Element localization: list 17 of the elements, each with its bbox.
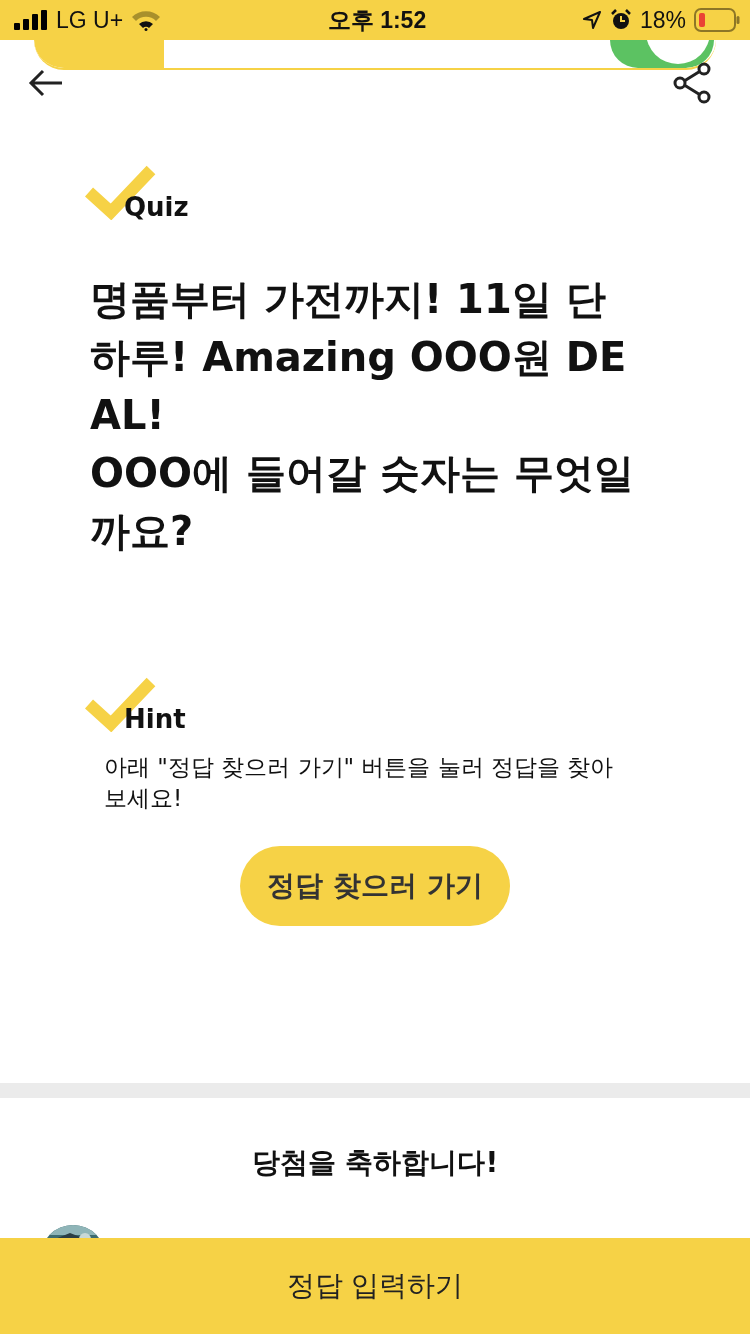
quiz-label: Quiz — [124, 192, 189, 222]
hint-label: Hint — [124, 704, 186, 734]
wifi-icon — [131, 9, 162, 31]
battery-icon — [694, 8, 740, 32]
signal-icon — [14, 10, 48, 30]
winners-title: 당첨을 축하합니다! — [250, 1145, 500, 1181]
find-answer-button[interactable]: 정답 찾으러 가기 — [240, 846, 510, 926]
hint-text: 아래 "정답 찾으러 가기" 버튼을 눌러 정답을 찾아보세요! — [104, 753, 615, 813]
alarm-clock-icon — [609, 9, 632, 31]
clock-time: 오후 1:52 — [327, 5, 427, 35]
battery-percent: 18% — [639, 6, 686, 34]
carrier-name: LG U+ — [56, 6, 124, 34]
share-icon[interactable] — [672, 62, 712, 104]
enter-answer-button[interactable]: 정답 입력하기 — [0, 1238, 750, 1334]
back-arrow-icon[interactable] — [28, 69, 64, 97]
quiz-question: 명품부터 가전까지! 11일 단 하루! Amazing OOO원 DEAL! OOO에 들어갈 숫자는 무엇일까요? — [90, 275, 635, 556]
location-icon — [581, 10, 602, 30]
